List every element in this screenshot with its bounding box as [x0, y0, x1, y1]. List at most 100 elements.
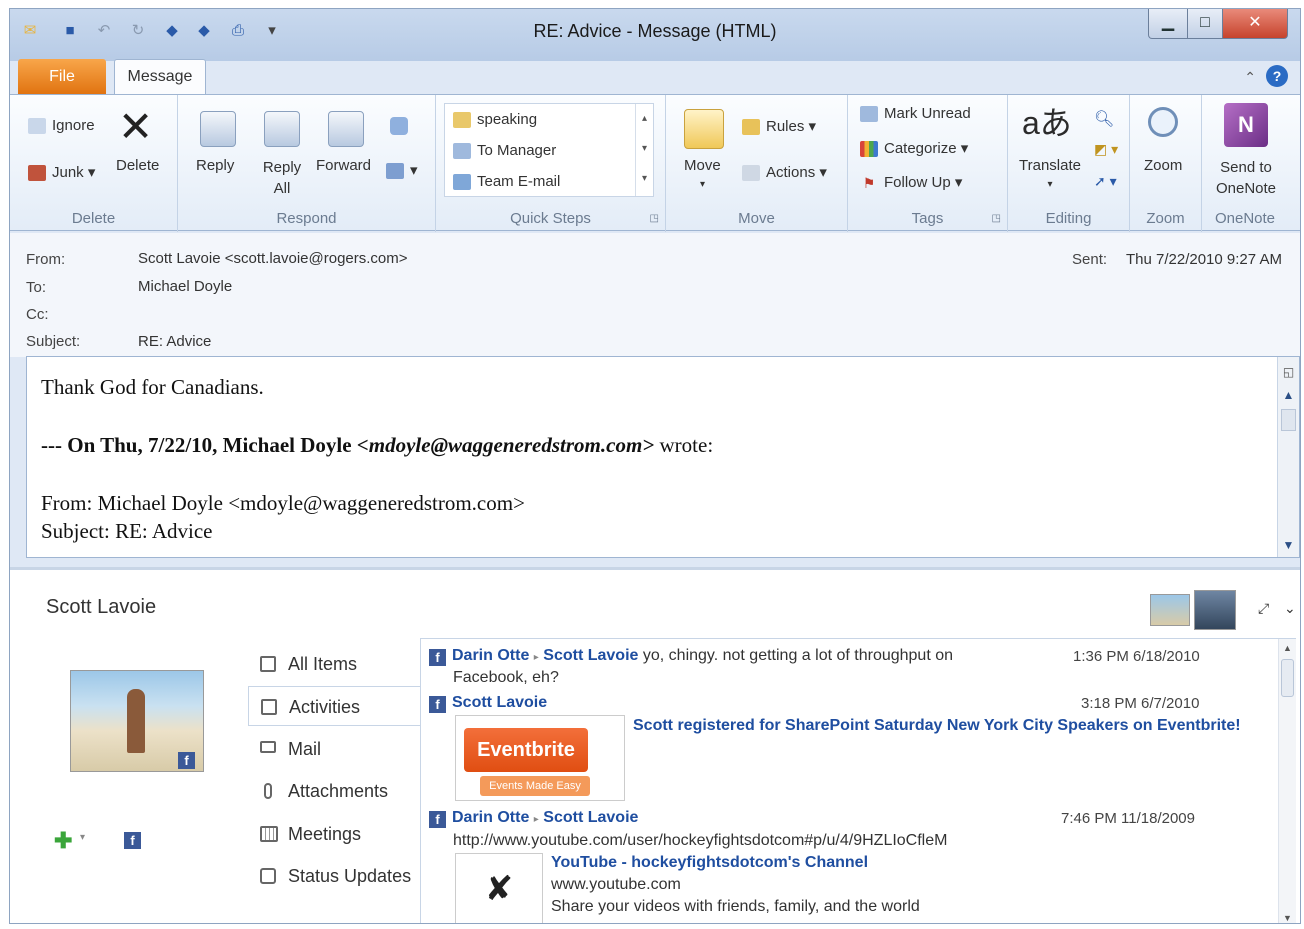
rules-icon — [742, 119, 760, 136]
more-respond-button[interactable]: ▾ — [386, 161, 418, 180]
to-label: To: — [26, 279, 47, 296]
find-icon[interactable]: 🔍︎ — [1094, 109, 1114, 129]
mark-unread-button[interactable]: Mark Unread — [860, 105, 971, 123]
scroll-thumb[interactable] — [1281, 409, 1296, 431]
activity-feed: f Darin Otte ▸ Scott Lavoie yo, chingy. n… — [420, 638, 1296, 923]
body-line: Thank God for Canadians. — [41, 375, 264, 399]
scroll-down-icon[interactable]: ▼ — [1278, 538, 1299, 553]
facebook-icon[interactable]: f — [124, 830, 147, 849]
tags-launcher-icon[interactable]: ◳ — [992, 213, 1001, 224]
facebook-icon: f — [429, 696, 446, 713]
more-respond-icon — [386, 163, 404, 180]
feed-recipient-link[interactable]: Scott Lavoie — [543, 647, 638, 664]
mark-unread-label: Mark Unread — [884, 105, 971, 122]
feed-url[interactable]: http://www.youtube.com/user/hockeyfights… — [453, 832, 947, 850]
move-group: Move ▾ Rules ▾ Actions ▾ Move — [666, 95, 848, 232]
minimize-button[interactable]: ▁ — [1148, 9, 1188, 39]
quick-steps-scroll[interactable]: ▴ ▾ ▾ — [635, 104, 653, 196]
feed-scrollbar[interactable]: ▲ ▼ — [1278, 639, 1296, 923]
quick-step-to-manager[interactable]: To Manager — [445, 135, 653, 166]
move-button[interactable]: Move ▾ — [684, 157, 721, 191]
delete-x-icon[interactable]: ✕ — [118, 106, 153, 148]
home-icon — [260, 656, 276, 672]
from-label: From: — [26, 251, 66, 268]
delete-group: Ignore Junk ▾ ✕ Delete Delete — [10, 95, 178, 232]
select-icon[interactable]: ➚ ▾ — [1094, 173, 1117, 190]
feed-time: 7:46 PM 11/18/2009 — [1061, 810, 1195, 827]
expand-icon[interactable]: ⤢ — [1258, 600, 1269, 617]
to-value[interactable]: Michael Doyle — [138, 278, 232, 295]
nav-label: Meetings — [288, 824, 362, 844]
feed-sender-link[interactable]: Darin Otte — [452, 809, 529, 826]
facebook-icon: f — [429, 649, 446, 666]
tags-group: Mark Unread Categorize ▾ ⚑ Follow Up ▾ Ta… — [848, 95, 1008, 232]
flag-icon: ⚑ — [862, 175, 876, 192]
actions-button[interactable]: Actions ▾ — [742, 163, 827, 182]
help-icon[interactable]: ? — [1266, 65, 1288, 87]
nav-label: All Items — [288, 654, 358, 674]
contact-thumbnail-2[interactable] — [1194, 590, 1236, 630]
contact-thumbnail-1[interactable] — [1150, 594, 1190, 626]
subject-label: Subject: — [26, 333, 81, 350]
nav-all-items[interactable]: All Items — [248, 644, 420, 684]
body-options-icon[interactable]: ◱ — [1278, 365, 1299, 380]
tab-message[interactable]: Message — [114, 59, 206, 95]
zoom-button[interactable]: Zoom — [1144, 157, 1182, 174]
eventbrite-logo[interactable]: Eventbrite Events Made Easy — [455, 715, 625, 801]
delete-button[interactable]: Delete — [116, 157, 159, 174]
delete-group-label: Delete — [71, 210, 116, 227]
title-bar: ✉ ■ ↶ ↻ ◆ ◆ ⎙ ▾ RE: Advice - Message (HT… — [10, 9, 1300, 61]
feed-sender-link[interactable]: Scott Lavoie — [452, 694, 547, 711]
follow-up-button[interactable]: ⚑ Follow Up ▾ — [860, 173, 963, 192]
translate-button[interactable]: Translate ▾ — [1008, 157, 1092, 191]
forward-button[interactable]: Forward — [316, 157, 371, 174]
eventbrite-logo-text: Eventbrite — [464, 728, 588, 772]
body-scrollbar[interactable]: ◱ ▲ ▼ — [1277, 357, 1299, 557]
reply-button[interactable]: Reply — [196, 157, 234, 174]
add-contact-icon[interactable]: ✚ — [54, 828, 72, 854]
ribbon: Ignore Junk ▾ ✕ Delete Delete Reply Repl… — [10, 94, 1300, 232]
paperclip-icon — [264, 783, 272, 799]
nav-status-updates[interactable]: Status Updates — [248, 856, 420, 896]
maximize-button[interactable]: □ — [1187, 9, 1223, 39]
tab-file[interactable]: File — [18, 59, 106, 95]
video-title-link[interactable]: YouTube - hockeyfightsdotcom's Channel — [551, 854, 868, 872]
nav-meetings[interactable]: Meetings — [248, 814, 420, 854]
minimize-ribbon-icon[interactable]: ⌃ — [1244, 69, 1256, 86]
reply-all-button[interactable]: Reply All — [260, 157, 304, 199]
cc-label: Cc: — [26, 306, 49, 323]
feed-scroll-down-icon[interactable]: ▼ — [1279, 913, 1296, 923]
add-contact-dropdown-icon[interactable]: ▾ — [80, 832, 85, 843]
feed-headline-link[interactable]: Scott registered for SharePoint Saturday… — [633, 717, 1241, 735]
ignore-button[interactable]: Ignore — [28, 117, 95, 135]
close-button[interactable]: ✕ — [1222, 9, 1288, 39]
scroll-up-icon[interactable]: ▲ — [1278, 388, 1299, 403]
quick-step-label: Team E-mail — [477, 173, 561, 190]
window-title: RE: Advice - Message (HTML) — [533, 21, 777, 41]
message-body[interactable]: Thank God for Canadians. --- On Thu, 7/2… — [26, 356, 1300, 558]
quick-step-speaking[interactable]: speaking — [445, 104, 653, 135]
meeting-reply-icon[interactable] — [390, 117, 408, 135]
quick-steps-launcher-icon[interactable]: ◳ — [650, 213, 659, 224]
photo-person-figure — [127, 689, 145, 753]
from-value[interactable]: Scott Lavoie <scott.lavoie@rogers.com> — [138, 250, 408, 267]
nav-mail[interactable]: Mail — [248, 729, 420, 769]
nav-activities[interactable]: Activities — [248, 686, 420, 726]
hockeyfights-thumbnail[interactable]: ✘ — [455, 853, 543, 923]
related-icon[interactable]: ◩ ▾ — [1094, 141, 1118, 158]
feed-scroll-thumb[interactable] — [1281, 659, 1294, 697]
feed-item-header: f Darin Otte ▸ Scott Lavoie — [429, 809, 638, 828]
forward-icon — [328, 111, 364, 147]
feed-sender-link[interactable]: Darin Otte — [452, 647, 529, 664]
feed-scroll-up-icon[interactable]: ▲ — [1279, 643, 1296, 653]
rules-button[interactable]: Rules ▾ — [742, 117, 816, 136]
collapse-chevron-icon[interactable]: ⌄ — [1284, 600, 1296, 617]
junk-button[interactable]: Junk ▾ — [28, 163, 95, 182]
categorize-button[interactable]: Categorize ▾ — [860, 139, 968, 158]
quick-step-icon — [453, 112, 471, 129]
send-to-onenote-button[interactable]: Send to OneNote — [1206, 157, 1286, 199]
quick-step-team-email[interactable]: Team E-mail — [445, 166, 653, 197]
nav-attachments[interactable]: Attachments — [248, 771, 420, 811]
zoom-group: Zoom Zoom — [1130, 95, 1202, 232]
feed-recipient-link[interactable]: Scott Lavoie — [543, 809, 638, 826]
